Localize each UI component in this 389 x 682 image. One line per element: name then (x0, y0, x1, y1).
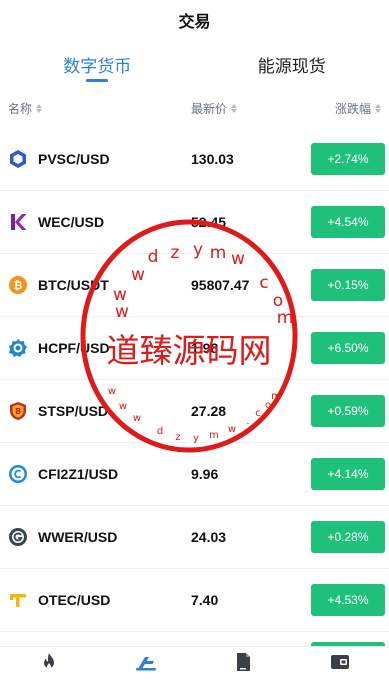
pvsc-hexagon-icon (8, 149, 28, 169)
pair-symbol: PVSC/USD (38, 151, 110, 167)
wallet-icon (330, 653, 350, 676)
last-price: 95807.47 (191, 277, 250, 293)
pair-symbol: OTEC/USD (38, 592, 111, 608)
change-badge: +6.50% (311, 332, 385, 364)
last-price: 1.98 (191, 340, 219, 356)
last-price: 130.03 (191, 151, 234, 167)
last-price: 27.28 (191, 403, 227, 419)
change-badge: +4.14% (311, 458, 385, 490)
last-price: 7.40 (191, 592, 219, 608)
list-item[interactable]: WEC/USD 52.45 +4.54% (0, 191, 389, 254)
change-badge: +4.53% (311, 584, 385, 616)
list-item[interactable]: HCPF/USD 1.98 +6.50% (0, 317, 389, 380)
trade-icon (135, 653, 157, 676)
bottom-nav (0, 646, 389, 682)
stsp-shield-icon: B (8, 401, 28, 421)
change-badge: +2.74% (311, 143, 385, 175)
change-badge: +0.28% (311, 521, 385, 553)
column-header: 名称 最新价 涨跌幅 (0, 88, 389, 128)
top-bar: 交易 (0, 0, 389, 40)
sort-icon (36, 103, 43, 113)
tab-digital-currency[interactable]: 数字货币 (0, 40, 195, 88)
otec-t-logo-icon (8, 590, 28, 610)
wec-k-logo-icon (8, 212, 28, 232)
change-badge: +0.59% (311, 395, 385, 427)
change-badge: +4.54% (311, 206, 385, 238)
flame-icon (40, 652, 58, 677)
list-item[interactable]: ₿ BTC/USDT 95807.47 +0.15% (0, 254, 389, 317)
list-item[interactable]: CFI2Z1/USD 9.96 +4.14% (0, 443, 389, 506)
list-item[interactable]: WWER/USD 24.03 +0.28% (0, 506, 389, 569)
sort-icon (375, 103, 381, 113)
svg-text:₿: ₿ (14, 279, 23, 292)
hcpf-badge-icon (8, 338, 28, 358)
pair-symbol: WEC/USD (38, 214, 105, 230)
bitcoin-icon: ₿ (8, 275, 28, 295)
list-item[interactable]: B STSP/USD 27.28 +0.59% (0, 380, 389, 443)
sort-icon (231, 103, 238, 113)
svg-text:B: B (15, 407, 21, 416)
last-price: 52.45 (191, 214, 227, 230)
nav-wallet[interactable] (292, 647, 389, 682)
pair-symbol: STSP/USD (38, 403, 109, 419)
tab-label: 能源现货 (257, 56, 326, 76)
column-name-label: 名称 (8, 101, 33, 116)
sort-by-change[interactable]: 涨跌幅 (309, 100, 381, 117)
column-change-label: 涨跌幅 (334, 101, 371, 116)
market-list: PVSC/USD 130.03 +2.74% WEC/USD 52.45 +4.… (0, 128, 389, 662)
market-tabs: 数字货币 能源现货 (0, 40, 389, 88)
last-price: 24.03 (191, 529, 227, 545)
column-price-label: 最新价 (191, 101, 228, 116)
page-title: 交易 (178, 14, 211, 31)
last-price: 9.96 (191, 466, 219, 482)
tab-energy-spot[interactable]: 能源现货 (195, 40, 389, 88)
active-tab-indicator (86, 79, 109, 82)
nav-trade[interactable] (97, 647, 194, 682)
pair-symbol: CFI2Z1/USD (38, 466, 119, 482)
sort-by-price[interactable]: 最新价 (191, 100, 309, 117)
nav-home[interactable] (0, 647, 97, 682)
cfi-coin-icon (8, 464, 28, 484)
tab-label: 数字货币 (63, 56, 132, 76)
pair-symbol: BTC/USDT (38, 277, 109, 293)
change-badge: +0.15% (311, 269, 385, 301)
wwer-gear-icon (8, 527, 28, 547)
list-item[interactable]: OTEC/USD 7.40 +4.53% (0, 569, 389, 632)
document-icon (235, 652, 251, 677)
nav-orders[interactable] (195, 647, 292, 682)
pair-symbol: HCPF/USD (38, 340, 110, 356)
pair-symbol: WWER/USD (38, 529, 118, 545)
list-item[interactable]: PVSC/USD 130.03 +2.74% (0, 128, 389, 191)
sort-by-name[interactable]: 名称 (8, 100, 191, 117)
